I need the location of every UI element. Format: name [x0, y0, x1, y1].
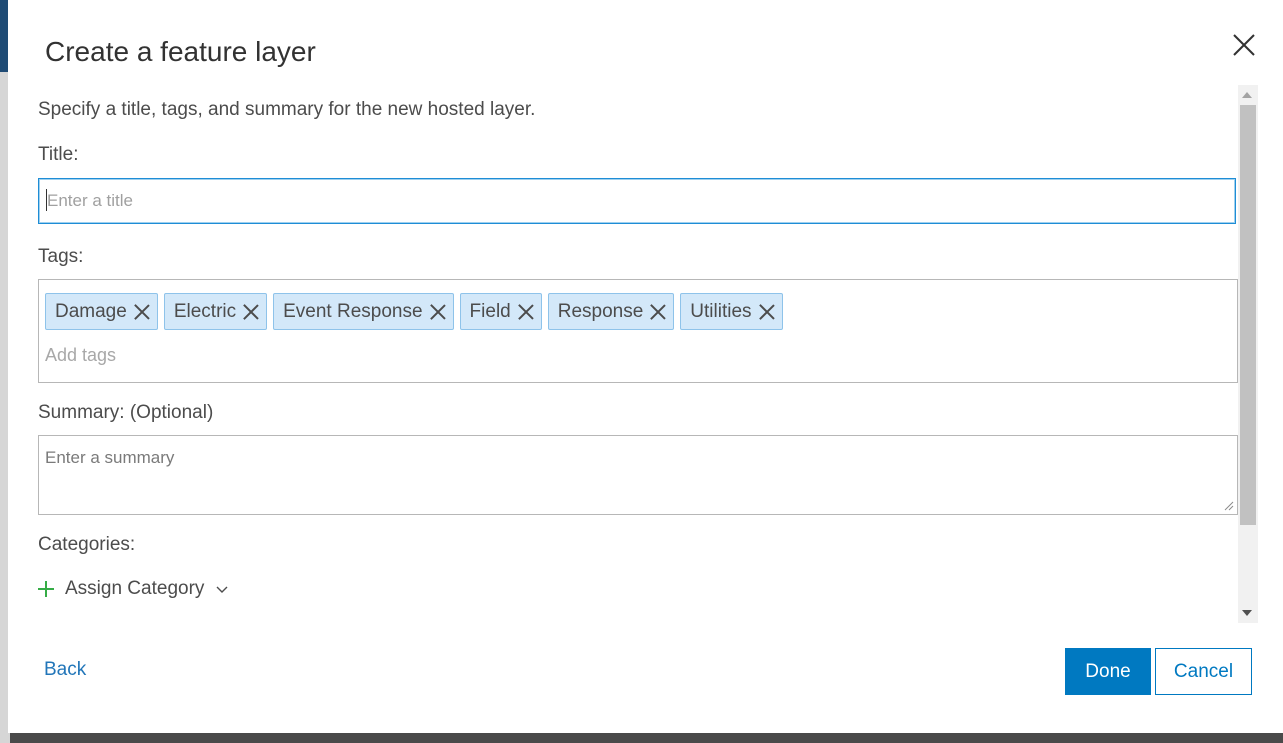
- dialog-title: Create a feature layer: [45, 36, 316, 67]
- tag-chip: Response: [547, 293, 675, 330]
- remove-tag-icon[interactable]: [650, 304, 666, 320]
- scroll-thumb[interactable]: [1240, 105, 1256, 525]
- remove-tag-icon[interactable]: [430, 304, 446, 320]
- remove-tag-icon[interactable]: [134, 304, 150, 320]
- scroll-down-arrow-icon[interactable]: [1242, 610, 1252, 616]
- vertical-scrollbar[interactable]: [1238, 85, 1258, 623]
- assign-category-button[interactable]: Assign Category: [38, 578, 228, 600]
- plus-icon: [38, 581, 54, 597]
- tag-label: Response: [557, 300, 644, 322]
- resize-grip-icon[interactable]: [1224, 501, 1234, 511]
- summary-textarea[interactable]: [38, 435, 1238, 515]
- tag-chip: Damage: [45, 293, 158, 330]
- close-icon: [1233, 34, 1255, 56]
- tag-label: Damage: [55, 300, 127, 322]
- tags-label: Tags:: [38, 246, 84, 267]
- tags-field[interactable]: Damage Electric Event Response Field Res…: [38, 279, 1238, 383]
- chevron-down-icon: [216, 586, 228, 593]
- remove-tag-icon[interactable]: [759, 304, 775, 320]
- remove-tag-icon[interactable]: [518, 304, 534, 320]
- categories-label: Categories:: [38, 534, 136, 555]
- cancel-button[interactable]: Cancel: [1155, 648, 1252, 695]
- tag-chip: Event Response: [273, 293, 454, 330]
- add-tags-input[interactable]: [45, 342, 645, 368]
- close-button[interactable]: [1230, 31, 1258, 59]
- tag-label: Field: [469, 300, 511, 322]
- tag-label: Utilities: [690, 300, 752, 322]
- text-caret: [46, 189, 47, 211]
- tag-list: Damage Electric Event Response Field Res…: [45, 293, 783, 330]
- tag-label: Electric: [173, 300, 237, 322]
- back-link[interactable]: Back: [44, 659, 86, 681]
- tag-label: Event Response: [283, 300, 423, 322]
- tag-chip: Utilities: [680, 293, 783, 330]
- summary-label: Summary: (Optional): [38, 402, 214, 423]
- done-button[interactable]: Done: [1065, 648, 1151, 695]
- dialog-content: Specify a title, tags, and summary for t…: [8, 85, 1258, 623]
- create-feature-layer-dialog: Create a feature layer Specify a title, …: [8, 0, 1283, 733]
- remove-tag-icon[interactable]: [243, 304, 259, 320]
- intro-text: Specify a title, tags, and summary for t…: [38, 99, 536, 120]
- scroll-up-arrow-icon[interactable]: [1242, 92, 1252, 98]
- assign-category-label: Assign Category: [65, 578, 205, 599]
- tag-chip: Field: [459, 293, 542, 330]
- title-label: Title:: [38, 144, 79, 165]
- title-input[interactable]: [38, 178, 1236, 224]
- tag-chip: Electric: [163, 293, 268, 330]
